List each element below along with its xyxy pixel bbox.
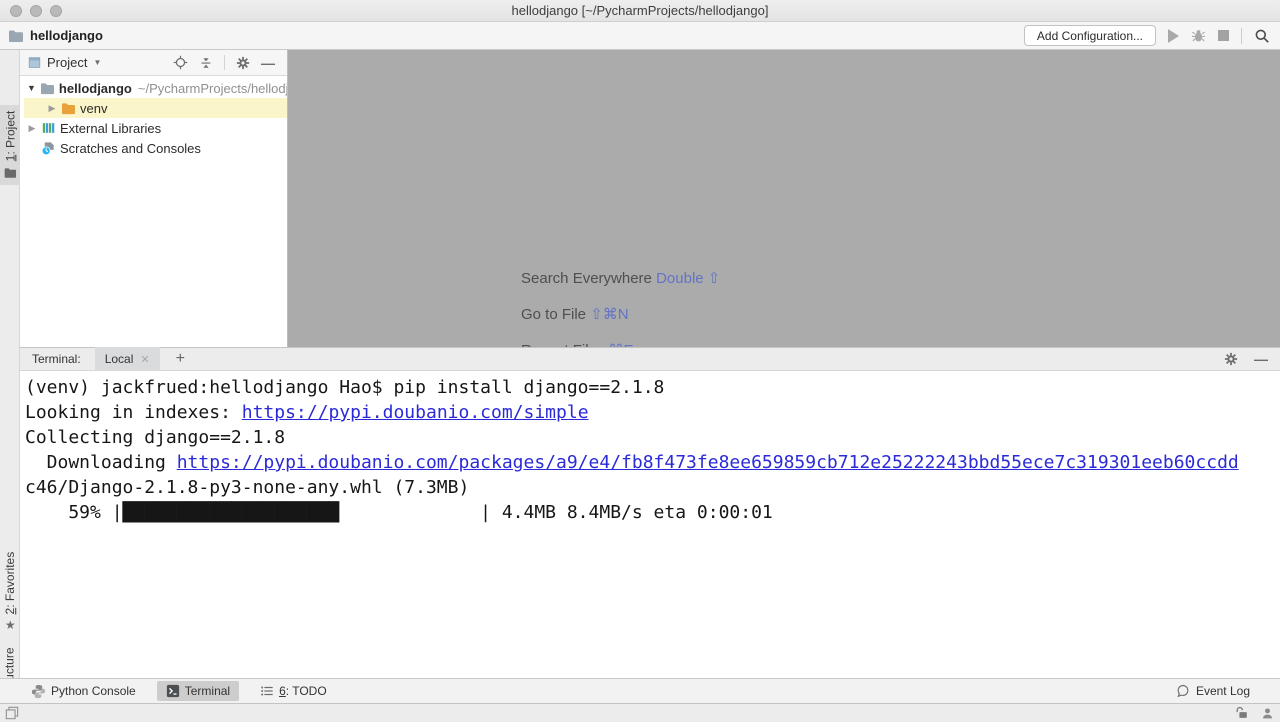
toolwindow-bar: Python Console Terminal 6: TODO Event Lo…: [0, 678, 1280, 703]
terminal-line: Collecting django==2.1.8: [25, 425, 1280, 450]
terminal-line: Downloading https://pypi.doubanio.com/pa…: [25, 450, 1280, 475]
tree-row-scratches[interactable]: Scratches and Consoles: [20, 138, 287, 158]
tree-collapsed-icon[interactable]: ▶: [27, 123, 37, 134]
terminal-link[interactable]: https://pypi.doubanio.com/simple: [242, 402, 589, 423]
toolbar-separator: [1241, 28, 1242, 44]
breadcrumb-label: hellodjango: [30, 28, 103, 43]
terminal-line: (venv) jackfrued:hellodjango Hao$ pip in…: [25, 375, 1280, 400]
project-tree: ▼ hellodjango ~/PycharmProjects/hellodja…: [20, 76, 287, 158]
terminal-line: Looking in indexes: https://pypi.doubani…: [25, 400, 1280, 425]
tree-item-label: venv: [80, 101, 107, 116]
close-icon[interactable]: ✕: [140, 353, 149, 366]
tree-row-venv[interactable]: ▶ venv: [24, 98, 287, 118]
breadcrumb[interactable]: hellodjango: [8, 28, 103, 43]
tree-row-external-libraries[interactable]: ▶ External Libraries: [20, 118, 287, 138]
terminal-line: c46/Django-2.1.8-py3-none-any.whl (7.3MB…: [25, 475, 1280, 500]
project-view-selector[interactable]: Project: [47, 55, 87, 70]
todo-label: 6: TODO: [279, 684, 327, 698]
tree-row-hellodjango[interactable]: ▼ hellodjango ~/PycharmProjects/hellodja…: [20, 78, 287, 98]
event-log-button[interactable]: Event Log: [1176, 684, 1250, 698]
project-folder-icon: [8, 29, 24, 43]
todo-button[interactable]: 6: TODO: [251, 681, 336, 701]
tree-item-label: External Libraries: [60, 121, 161, 136]
project-panel: Project ▼ — ▼: [20, 50, 288, 347]
pycharm-window: hellodjango [~/PycharmProjects/hellodjan…: [0, 0, 1280, 722]
todo-list-icon: [260, 684, 274, 698]
gear-icon[interactable]: [1224, 352, 1238, 366]
window-title: hellodjango [~/PycharmProjects/hellodjan…: [0, 3, 1280, 18]
terminal-icon: [166, 684, 180, 698]
titlebar: hellodjango [~/PycharmProjects/hellodjan…: [0, 0, 1280, 22]
stop-icon[interactable]: [1218, 30, 1229, 41]
terminal-tab-local[interactable]: Local ✕: [95, 347, 160, 371]
new-session-icon[interactable]: +: [176, 352, 185, 366]
hint-search-everywhere: Search Everywhere Double ⇧: [521, 269, 720, 287]
terminal-progress-line: 59% |████████████████████ | 4.4MB 8.4MB/…: [25, 500, 1280, 525]
locate-file-icon[interactable]: [173, 55, 188, 70]
terminal-output[interactable]: (venv) jackfrued:hellodjango Hao$ pip in…: [20, 371, 1280, 678]
libraries-icon: [41, 121, 56, 135]
status-bar: [0, 703, 1280, 722]
add-configuration-button[interactable]: Add Configuration...: [1024, 25, 1156, 46]
terminal-link[interactable]: https://pypi.doubanio.com/packages/a9/e4…: [177, 452, 1239, 473]
chevron-down-icon[interactable]: ▼: [93, 58, 101, 67]
tree-item-label: hellodjango: [59, 81, 132, 96]
event-log-icon: [1176, 684, 1190, 698]
sidebar-tab-favorites[interactable]: ★ 2: Favorites: [0, 550, 20, 632]
tree-collapsed-icon[interactable]: ▶: [47, 103, 57, 114]
toolwindow-toggle-icon[interactable]: [5, 706, 19, 720]
python-icon: [31, 684, 46, 699]
left-stripe: 1: Project ★ 2: Favorites 7: Structure: [0, 50, 20, 678]
stripe-favorites-label: 2: Favorites: [3, 552, 17, 615]
gear-icon[interactable]: [236, 56, 250, 70]
venv-folder-icon: [61, 102, 76, 115]
inspections-hector-icon[interactable]: [1261, 707, 1274, 720]
run-icon[interactable]: [1168, 29, 1179, 43]
star-icon: ★: [5, 618, 16, 632]
terminal-panel-title: Terminal:: [32, 352, 81, 366]
python-console-button[interactable]: Python Console: [22, 681, 145, 702]
editor-area: Search Everywhere Double ⇧ Go to File ⇧⌘…: [288, 50, 1280, 347]
collapse-all-icon[interactable]: [199, 56, 213, 70]
hint-go-to-file: Go to File ⇧⌘N: [521, 305, 629, 323]
hint-shortcut: ⇧⌘N: [590, 306, 628, 323]
header-separator: [224, 55, 225, 70]
folder-icon: [40, 82, 55, 95]
hide-panel-icon[interactable]: —: [1254, 354, 1268, 364]
hint-shortcut: Double ⇧: [656, 270, 720, 287]
scratches-icon: [41, 141, 56, 156]
hide-panel-icon[interactable]: —: [261, 58, 275, 68]
tree-expanded-icon[interactable]: ▼: [27, 83, 36, 93]
main-toolbar: hellodjango Add Configuration...: [0, 22, 1280, 50]
terminal-panel-header: Terminal: Local ✕ + —: [20, 347, 1280, 371]
project-panel-header: Project ▼ —: [20, 50, 287, 76]
project-toolwindow-icon: [4, 167, 17, 179]
project-view-icon: [28, 56, 41, 69]
stripe-project-label: 1: Project: [3, 111, 17, 162]
debug-icon[interactable]: [1191, 28, 1206, 43]
unlock-icon[interactable]: [1235, 706, 1249, 720]
search-everywhere-icon[interactable]: [1254, 28, 1270, 44]
tree-item-label: Scratches and Consoles: [60, 141, 201, 156]
sidebar-tab-project[interactable]: 1: Project: [0, 105, 20, 185]
terminal-button[interactable]: Terminal: [157, 681, 239, 701]
tree-item-path: ~/PycharmProjects/hellodjango: [138, 81, 287, 96]
